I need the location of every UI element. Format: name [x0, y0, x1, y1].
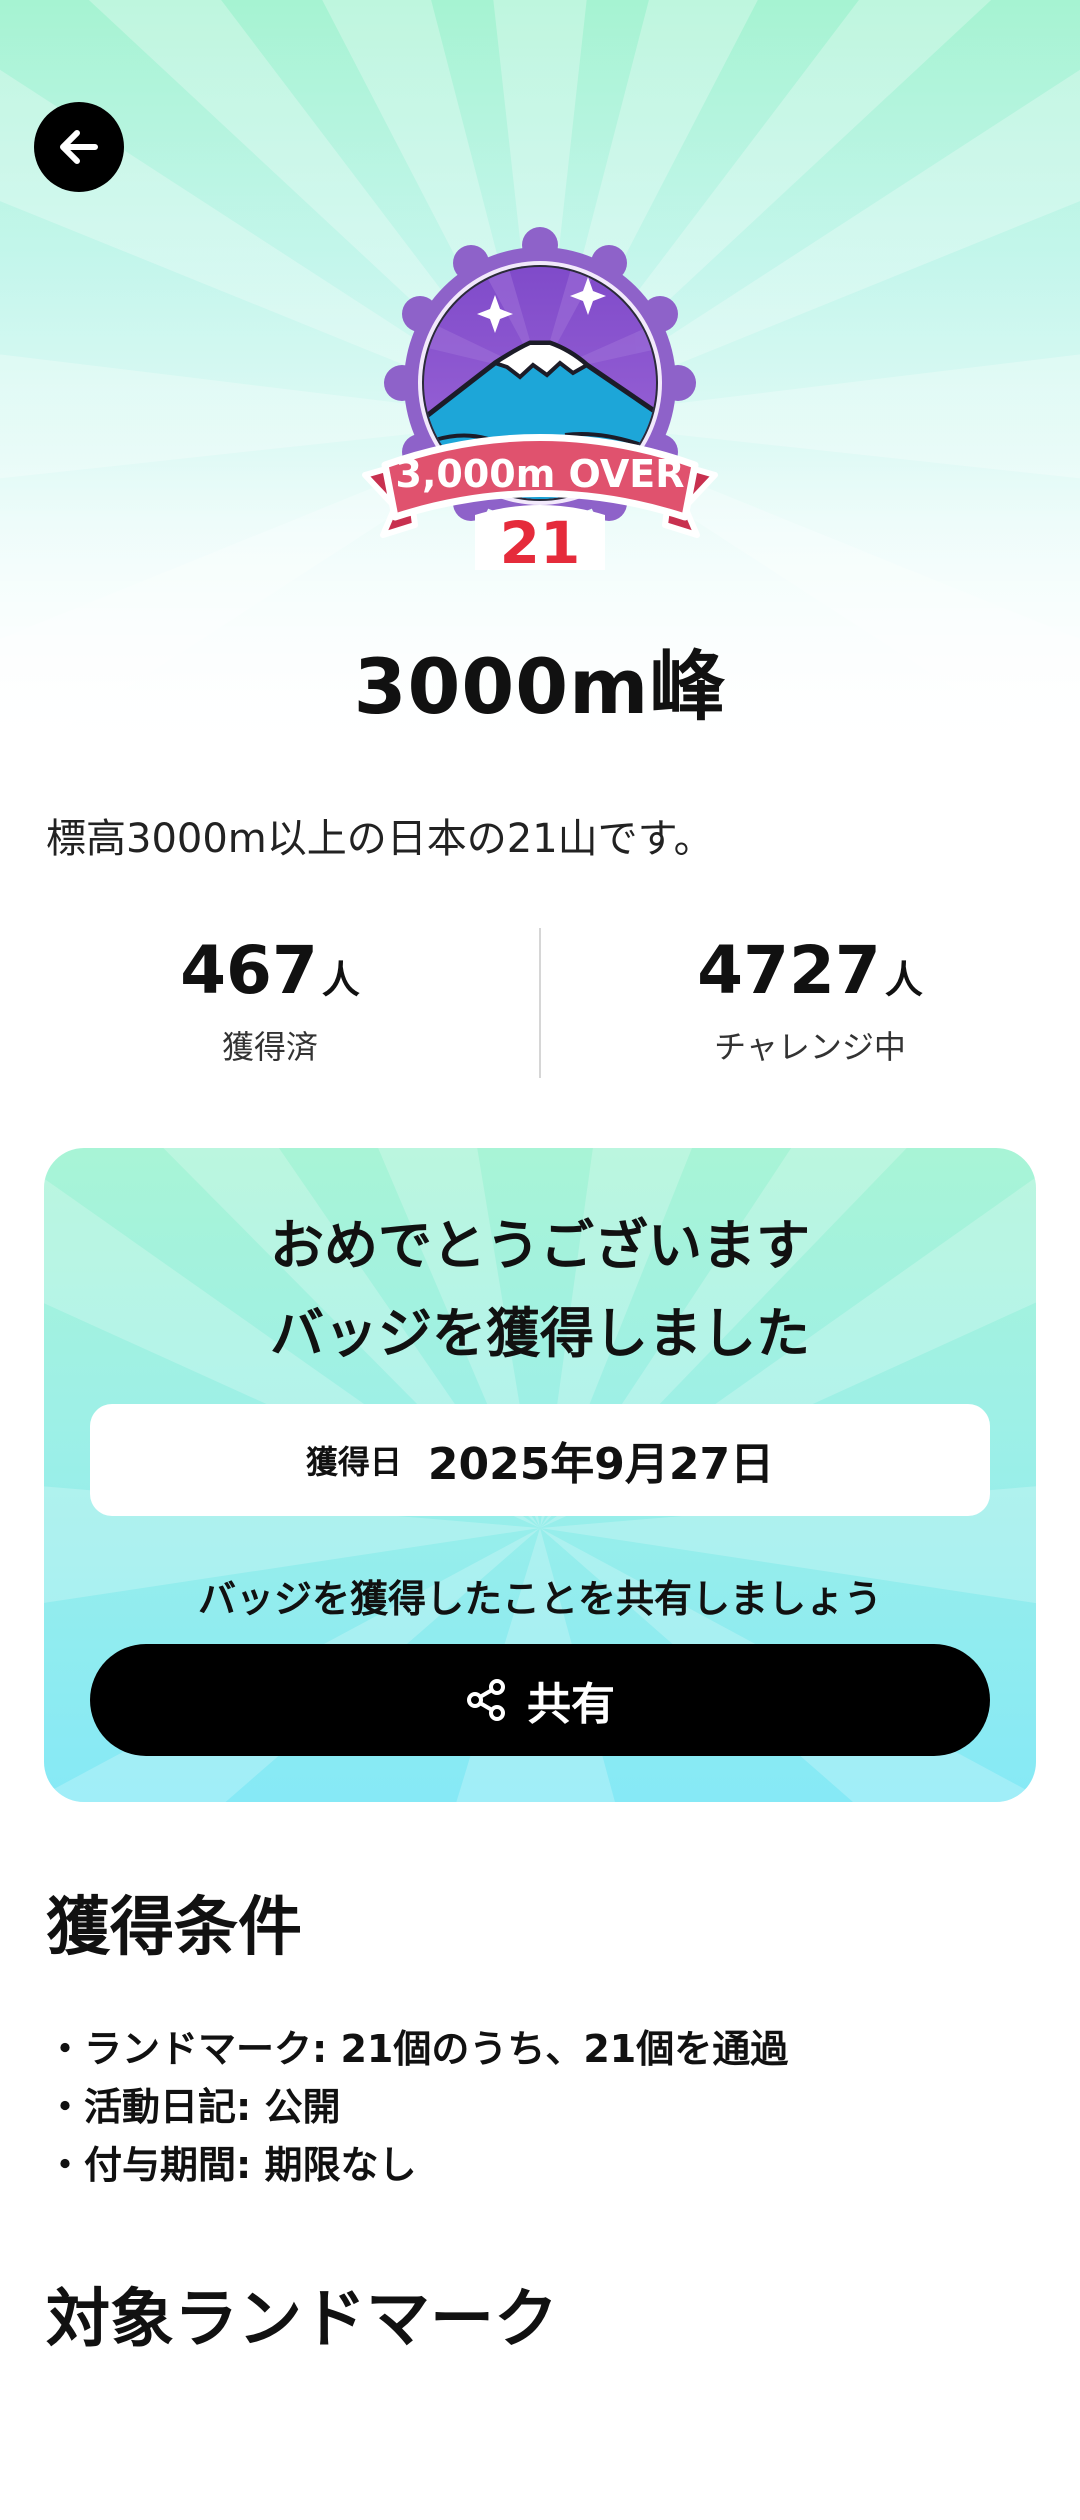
share-icon: [467, 1679, 505, 1721]
stat-acquired: 467 人 獲得済: [0, 928, 540, 1068]
stat-acquired-unit: 人: [321, 958, 360, 1002]
badge-description: 標高3000m以上の日本の21山です。: [46, 816, 714, 862]
stat-challenging-label: チャレンジ中: [714, 1028, 906, 1066]
acquired-date-label: 獲得日: [305, 1443, 402, 1481]
conditions-heading: 獲得条件: [46, 1891, 302, 1965]
condition-item: ランドマーク: 21個のうち、21個を通過: [46, 2020, 788, 2078]
stat-acquired-count: 467 人: [0, 928, 540, 1014]
condition-item: 活動日記: 公開: [46, 2078, 788, 2136]
back-button[interactable]: [34, 102, 124, 192]
share-prompt: バッジを獲得したことを共有しましょう: [197, 1577, 882, 1621]
stat-acquired-label: 獲得済: [221, 1028, 318, 1066]
stat-challenging-value: 4727: [697, 932, 881, 1009]
arrow-left-icon: [60, 130, 98, 164]
badge-stats: 467 人 獲得済 4727 人 チャレンジ中: [0, 928, 1080, 1078]
badge-number: 21: [500, 509, 581, 577]
condition-item: 付与期間: 期限なし: [46, 2136, 788, 2194]
congrats-line-1: おめでとうございます: [270, 1214, 810, 1277]
acquired-date-value: 2025年9月27日: [427, 1439, 775, 1490]
acquired-date-box: 獲得日 2025年9月27日: [90, 1404, 990, 1516]
stat-acquired-value: 467: [180, 932, 318, 1009]
share-button-label: 共有: [527, 1679, 615, 1730]
badge-emblem: 3,000m OVER 21: [362, 227, 718, 577]
page-title: 3000m峰: [353, 642, 727, 731]
stat-challenging-unit: 人: [884, 958, 923, 1002]
congrats-heading: おめでとうございます バッジを獲得しました: [44, 1202, 1036, 1378]
congrats-card: おめでとうございます バッジを獲得しました 獲得日 2025年9月27日 バッジ…: [44, 1148, 1036, 1802]
congrats-line-2: バッジを獲得しました: [270, 1302, 810, 1365]
share-button[interactable]: 共有: [90, 1644, 990, 1756]
landmarks-heading: 対象ランドマーク: [46, 2283, 558, 2357]
stat-challenging: 4727 人 チャレンジ中: [540, 928, 1080, 1068]
hero-header: 3,000m OVER 21 3000m峰: [0, 0, 1080, 760]
badge-banner-text: 3,000m OVER: [396, 452, 685, 496]
stat-challenging-count: 4727 人: [540, 928, 1080, 1014]
conditions-list: ランドマーク: 21個のうち、21個を通過 活動日記: 公開 付与期間: 期限な…: [46, 2020, 788, 2194]
